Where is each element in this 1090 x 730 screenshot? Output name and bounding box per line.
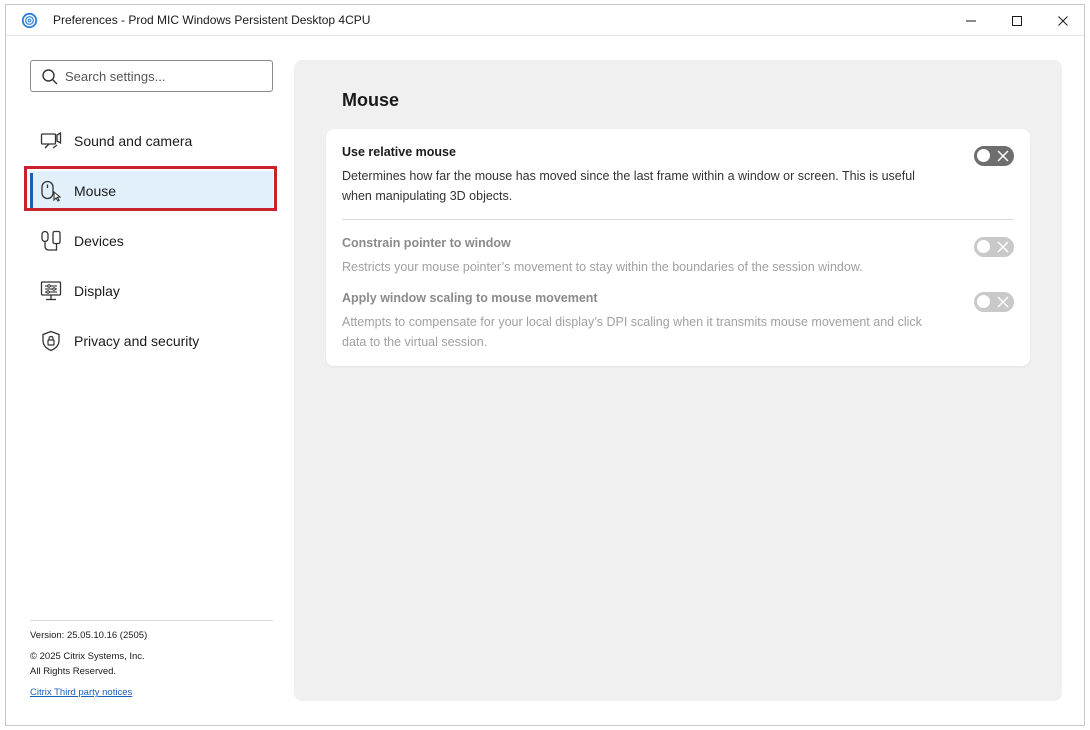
shield-lock-icon <box>42 330 60 352</box>
setting-use-relative-mouse: Use relative mouse Determines how far th… <box>342 145 1014 206</box>
devices-icon <box>41 230 61 251</box>
maximize-button[interactable] <box>994 5 1040 36</box>
setting-window-scaling: Apply window scaling to mouse movement A… <box>342 291 1014 352</box>
search-input[interactable] <box>65 62 265 90</box>
camera-speaker-icon <box>40 131 62 149</box>
third-party-notices-link[interactable]: Citrix Third party notices <box>30 687 132 698</box>
constrain-pointer-toggle[interactable] <box>974 237 1014 257</box>
toggle-knob <box>977 295 990 308</box>
sidebar-item-privacy-and-security[interactable]: Privacy and security <box>30 321 273 361</box>
sidebar-item-sound-and-camera[interactable]: Sound and camera <box>30 121 273 161</box>
minimize-button[interactable] <box>948 5 994 36</box>
toggle-off-x-icon <box>997 296 1009 308</box>
sidebar-item-label: Mouse <box>74 183 117 199</box>
close-icon <box>1058 15 1068 26</box>
maximize-icon <box>1012 15 1022 26</box>
setting-description: Restricts your mouse pointer’s movement … <box>342 260 863 274</box>
sidebar-item-label: Privacy and security <box>74 333 200 349</box>
setting-title: Apply window scaling to mouse movement <box>342 291 598 305</box>
toggle-knob <box>977 149 990 162</box>
close-button[interactable] <box>1040 5 1086 36</box>
search-icon <box>42 69 58 85</box>
sidebar-item-label: Display <box>74 283 120 299</box>
sidebar-item-display[interactable]: Display <box>30 271 273 311</box>
search-box <box>30 60 273 92</box>
mouse-icon <box>41 180 62 202</box>
toggle-off-x-icon <box>997 241 1009 253</box>
preferences-window: Preferences - Prod MIC Windows Persisten… <box>5 4 1085 726</box>
setting-constrain-pointer: Constrain pointer to window Restricts yo… <box>342 236 1014 277</box>
toggle-off-x-icon <box>997 150 1009 162</box>
copyright-text: © 2025 Citrix Systems, Inc. <box>30 651 145 662</box>
window-scaling-toggle[interactable] <box>974 292 1014 312</box>
minimize-icon <box>966 20 976 21</box>
setting-title: Use relative mouse <box>342 145 456 159</box>
display-icon <box>40 281 62 301</box>
window-title: Preferences - Prod MIC Windows Persisten… <box>53 13 371 27</box>
rights-text: All Rights Reserved. <box>30 666 117 677</box>
card-divider <box>342 219 1014 220</box>
citrix-app-icon <box>21 12 38 29</box>
page-title: Mouse <box>342 90 400 110</box>
sidebar-item-devices[interactable]: Devices <box>30 221 273 261</box>
setting-title: Constrain pointer to window <box>342 236 511 250</box>
sidebar-footer-divider <box>30 620 273 621</box>
sidebar-item-mouse[interactable]: Mouse <box>30 171 273 211</box>
sidebar-item-label: Devices <box>74 233 124 249</box>
version-text: Version: 25.05.10.16 (2505) <box>30 630 148 641</box>
setting-description: Attempts to compensate for your local di… <box>342 315 922 349</box>
toggle-knob <box>977 240 990 253</box>
mouse-settings-card: Use relative mouse Determines how far th… <box>326 129 1030 366</box>
setting-description: Determines how far the mouse has moved s… <box>342 169 915 203</box>
use-relative-mouse-toggle[interactable] <box>974 146 1014 166</box>
main-panel: Mouse Use relative mouse Determines how … <box>294 60 1062 701</box>
sidebar-item-label: Sound and camera <box>74 133 193 149</box>
title-bar: Preferences - Prod MIC Windows Persisten… <box>6 5 1084 36</box>
